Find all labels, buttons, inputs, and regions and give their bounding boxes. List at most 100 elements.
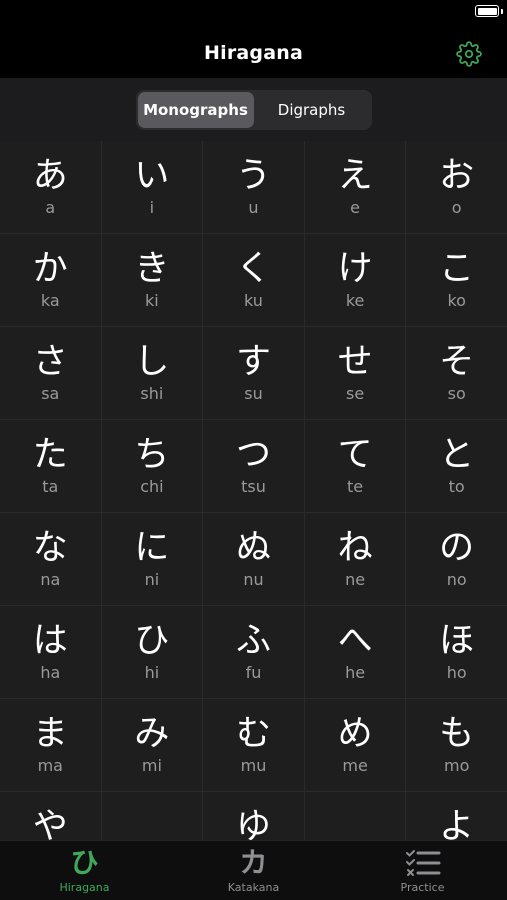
romaji-label: mu <box>240 756 267 775</box>
tab-hiragana[interactable]: ひ Hiragana <box>0 841 169 900</box>
battery-tip <box>501 9 503 14</box>
tab-label: Practice <box>400 881 445 894</box>
kana-cell[interactable]: せ se <box>304 327 406 419</box>
kana-character: ね <box>337 528 373 568</box>
kana-cell[interactable]: て te <box>304 420 406 512</box>
kana-character: ち <box>134 435 170 475</box>
romaji-label: ha <box>40 663 61 682</box>
katakana-ka-icon: カ <box>239 846 268 879</box>
romaji-label: ta <box>42 477 59 496</box>
romaji-label: fu <box>245 663 262 682</box>
kana-character: し <box>134 342 170 382</box>
kana-character: み <box>134 714 170 754</box>
romaji-label: ma <box>37 756 63 775</box>
kana-cell[interactable]: あa <box>0 141 101 233</box>
kana-character: ゆ <box>235 807 271 840</box>
kana-cell[interactable]: へ he <box>304 606 406 698</box>
segmented-control: Monographs Digraphs <box>135 89 372 130</box>
romaji-label: a <box>45 198 56 217</box>
kana-cell[interactable]: ち chi <box>101 420 203 512</box>
gear-icon <box>456 41 482 67</box>
kana-character: う <box>235 156 271 196</box>
romaji-label: su <box>244 384 263 403</box>
kana-character: え <box>337 156 373 196</box>
romaji-label: ka <box>40 291 60 310</box>
kana-cell[interactable]: し shi <box>101 327 203 419</box>
kana-character: こ <box>439 249 475 289</box>
kana-grid-body: あ a い i う u え e お o か ka き ki く ku け ke こ ko さ sa し shi す su せ se そ s… <box>0 141 507 840</box>
settings-button[interactable] <box>455 40 483 68</box>
romaji-label: ho <box>446 663 467 682</box>
romaji-label: chi <box>140 477 164 496</box>
kana-cell[interactable]: さ sa <box>0 327 101 419</box>
kana-cell[interactable]: うu <box>203 141 304 233</box>
romaji-label: ni <box>144 570 160 589</box>
kana-cell[interactable] <box>304 792 406 840</box>
kana-cell[interactable]: ね ne <box>304 513 406 605</box>
kana-character: ぬ <box>235 528 271 568</box>
kana-cell[interactable]: つ tsu <box>203 420 304 512</box>
status-bar <box>0 0 507 28</box>
kana-character: な <box>32 528 68 568</box>
kana-cell[interactable]: ふ fu <box>203 606 304 698</box>
kana-cell[interactable]: け ke <box>304 234 406 326</box>
kana-character: や <box>32 807 68 840</box>
romaji-label: sa <box>41 384 60 403</box>
kana-cell[interactable]: ま ma <box>0 699 101 791</box>
kana-character: か <box>32 249 68 289</box>
kana-character: め <box>337 714 373 754</box>
kana-cell[interactable]: す su <box>203 327 304 419</box>
kana-cell[interactable]: おo <box>406 141 507 233</box>
kana-cell[interactable]: そ so <box>406 327 507 419</box>
kana-cell[interactable]: いi <box>101 141 203 233</box>
kana-cell[interactable]: み mi <box>101 699 203 791</box>
kana-cell[interactable]: ぬ nu <box>203 513 304 605</box>
kana-cell[interactable]: に ni <box>101 513 203 605</box>
kana-character: に <box>134 528 170 568</box>
kana-cell[interactable]: えe <box>304 141 406 233</box>
kana-cell[interactable]: む mu <box>203 699 304 791</box>
kana-cell[interactable]: め me <box>304 699 406 791</box>
kana-cell[interactable]: き ki <box>101 234 203 326</box>
kana-character: て <box>337 435 373 475</box>
romaji-label: ki <box>145 291 159 310</box>
romaji-label: u <box>248 198 259 217</box>
romaji-label: na <box>40 570 61 589</box>
kana-character: へ <box>337 621 373 661</box>
kana-grid: あ a い i う u え e お o か ka き ki く ku け ke こ ko さ sa し shi す su せ se そ s… <box>0 141 507 840</box>
kana-cell[interactable]: は ha <box>0 606 101 698</box>
kana-cell[interactable]: た ta <box>0 420 101 512</box>
kana-character: た <box>32 435 68 475</box>
kana-character: も <box>439 714 475 754</box>
romaji-label: hi <box>144 663 160 682</box>
romaji-label: mo <box>444 756 470 775</box>
kana-cell[interactable]: こ ko <box>406 234 507 326</box>
romaji-label: o <box>451 198 462 217</box>
kana-cell[interactable]: も mo <box>406 699 507 791</box>
romaji-label: mi <box>141 756 162 775</box>
kana-cell[interactable] <box>101 792 203 840</box>
kana-character: い <box>134 156 170 196</box>
kana-cell[interactable]: か ka <box>0 234 101 326</box>
kana-cell[interactable]: ひ hi <box>101 606 203 698</box>
romaji-label: to <box>448 477 465 496</box>
tab-practice[interactable]: Practice <box>338 841 507 900</box>
segment-monographs[interactable]: Monographs <box>137 91 254 128</box>
segment-digraphs[interactable]: Digraphs <box>254 92 370 128</box>
kana-cell[interactable]: ほ ho <box>406 606 507 698</box>
kana-character: の <box>439 528 475 568</box>
kana-cell[interactable]: な na <box>0 513 101 605</box>
tab-bar: ひ Hiragana カ Katakana Practice <box>0 840 507 900</box>
kana-character: よ <box>439 807 475 840</box>
kana-cell[interactable]: やya <box>0 792 101 840</box>
tab-katakana[interactable]: カ Katakana <box>169 841 338 900</box>
kana-character: け <box>337 249 373 289</box>
romaji-label: tsu <box>241 477 266 496</box>
kana-cell[interactable]: よyo <box>406 792 507 840</box>
navigation-bar: Hiragana <box>0 28 507 78</box>
romaji-label: i <box>149 198 155 217</box>
kana-cell[interactable]: ゆyu <box>203 792 304 840</box>
kana-cell[interactable]: く ku <box>203 234 304 326</box>
kana-cell[interactable]: と to <box>406 420 507 512</box>
kana-cell[interactable]: の no <box>406 513 507 605</box>
